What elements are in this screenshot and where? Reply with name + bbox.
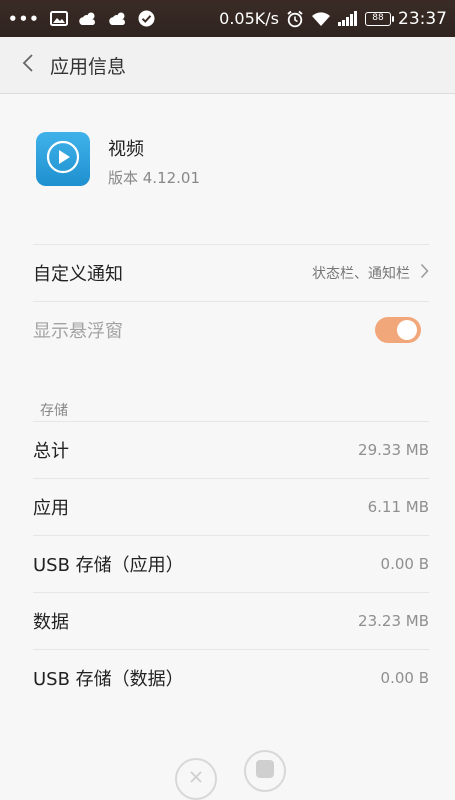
storage-item-value: 0.00 B xyxy=(380,555,429,573)
image-icon xyxy=(49,11,68,26)
storage-item-value: 29.33 MB xyxy=(358,441,429,459)
floating-window-row: 显示悬浮窗 xyxy=(33,301,429,358)
storage-row-data: 数据 23.23 MB xyxy=(33,592,429,649)
storage-item-value: 6.11 MB xyxy=(367,498,429,516)
stop-square-icon xyxy=(255,759,275,783)
storage-item-label: 应用 xyxy=(33,498,69,519)
signal-icon xyxy=(338,11,358,26)
back-button[interactable] xyxy=(8,37,48,94)
chevron-right-icon xyxy=(420,263,429,283)
floating-window-toggle[interactable] xyxy=(375,317,421,343)
force-stop-button[interactable] xyxy=(244,750,286,792)
storage-item-label: USB 存储（应用） xyxy=(33,555,184,576)
cloud-sun-icon xyxy=(108,11,128,27)
battery-level: 88 xyxy=(372,13,384,23)
storage-row-usb-app: USB 存储（应用） 0.00 B xyxy=(33,535,429,592)
storage-item-label: 总计 xyxy=(33,441,69,462)
app-icon xyxy=(36,132,90,186)
storage-item-value: 0.00 B xyxy=(380,669,429,687)
wifi-icon xyxy=(311,11,331,27)
status-bar: ••• 0.05K/s 88 23:37 xyxy=(0,0,455,37)
custom-notification-row[interactable]: 自定义通知 状态栏、通知栏 xyxy=(33,244,429,301)
uninstall-button[interactable] xyxy=(175,758,217,800)
floating-window-label: 显示悬浮窗 xyxy=(33,321,123,342)
storage-item-label: USB 存储（数据） xyxy=(33,669,184,690)
page-title: 应用信息 xyxy=(50,55,127,78)
alarm-icon xyxy=(286,10,304,28)
notification-dots: ••• xyxy=(8,9,40,28)
cloud-sun-icon xyxy=(78,11,98,27)
storage-section-label: 存储 xyxy=(40,403,68,419)
clock: 23:37 xyxy=(398,8,447,29)
network-speed: 0.05K/s xyxy=(219,9,279,28)
custom-notification-label: 自定义通知 xyxy=(33,264,123,285)
toggle-knob xyxy=(397,320,417,340)
storage-row-total: 总计 29.33 MB xyxy=(33,421,429,478)
app-header: 视频 版本 4.12.01 xyxy=(36,132,200,188)
storage-item-label: 数据 xyxy=(33,612,69,633)
play-icon xyxy=(45,139,81,179)
storage-item-value: 23.23 MB xyxy=(358,612,429,630)
storage-row-app: 应用 6.11 MB xyxy=(33,478,429,535)
title-bar: 应用信息 xyxy=(0,37,455,94)
check-circle-icon xyxy=(138,10,155,27)
app-version: 版本 4.12.01 xyxy=(108,169,201,187)
battery-icon: 88 xyxy=(365,11,394,26)
custom-notification-value: 状态栏、通知栏 xyxy=(312,266,410,282)
storage-row-usb-data: USB 存储（数据） 0.00 B xyxy=(33,649,429,706)
close-circle-icon xyxy=(188,769,204,789)
app-name: 视频 xyxy=(108,139,144,160)
chevron-left-icon xyxy=(22,53,34,77)
